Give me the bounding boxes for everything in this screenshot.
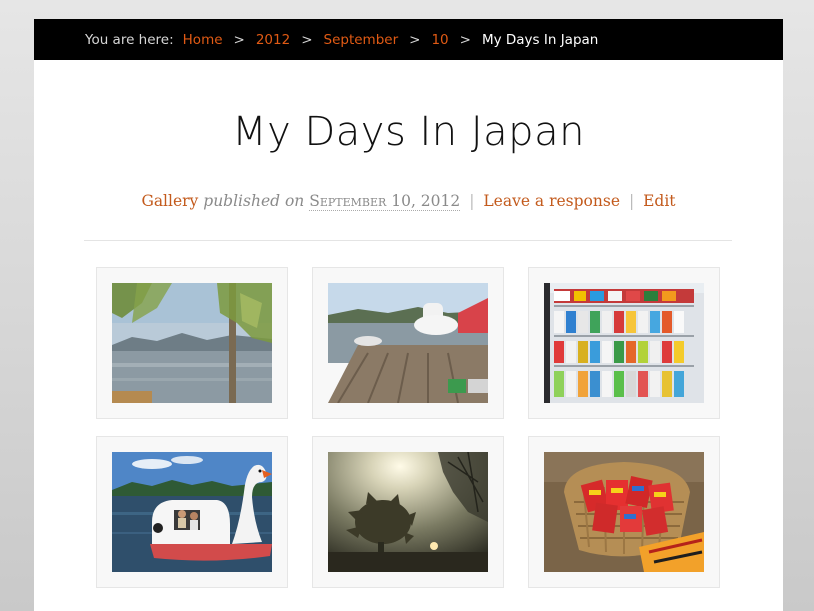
sunflower-sunset-photo[interactable] (328, 452, 488, 572)
gallery-item[interactable] (96, 267, 288, 419)
breadcrumb: You are here: Home > 2012 > September > … (34, 19, 783, 60)
breadcrumb-month-link[interactable]: September (324, 32, 399, 48)
gallery-item[interactable] (96, 436, 288, 588)
post-date-link[interactable]: September 10, 2012 (309, 192, 461, 211)
meta-separator: | (469, 192, 475, 210)
breadcrumb-separator: > (233, 31, 245, 48)
lake-willow-tree-photo[interactable] (112, 283, 272, 403)
breadcrumb-separator: > (409, 31, 421, 48)
breadcrumb-prefix: You are here: (85, 31, 174, 48)
swan-paddle-boat-photo[interactable] (112, 452, 272, 572)
divider (84, 240, 732, 241)
wooden-pier-boats-photo[interactable] (328, 283, 488, 403)
gallery-item[interactable] (312, 267, 504, 419)
gallery-item[interactable] (528, 267, 720, 419)
breadcrumb-separator: > (459, 31, 471, 48)
page-container: You are here: Home > 2012 > September > … (34, 19, 783, 611)
breadcrumb-day-link[interactable]: 10 (431, 32, 448, 48)
published-label: published on (203, 192, 305, 210)
breadcrumb-current: My Days In Japan (481, 31, 599, 48)
category-link[interactable]: Gallery (141, 192, 198, 210)
post-meta: Gallery published on September 10, 2012 … (34, 192, 783, 211)
edit-link[interactable]: Edit (643, 192, 675, 210)
breadcrumb-home-link[interactable]: Home (183, 32, 223, 48)
gallery-item[interactable] (528, 436, 720, 588)
meta-separator: | (628, 192, 635, 210)
gallery-item[interactable] (312, 436, 504, 588)
snack-basket-photo[interactable] (544, 452, 704, 572)
breadcrumb-year-link[interactable]: 2012 (256, 32, 290, 48)
breadcrumb-separator: > (301, 31, 313, 48)
page-title: My Days In Japan (232, 109, 585, 155)
vending-drinks-cooler-photo[interactable] (544, 283, 704, 403)
leave-response-link[interactable]: Leave a response (483, 192, 620, 210)
